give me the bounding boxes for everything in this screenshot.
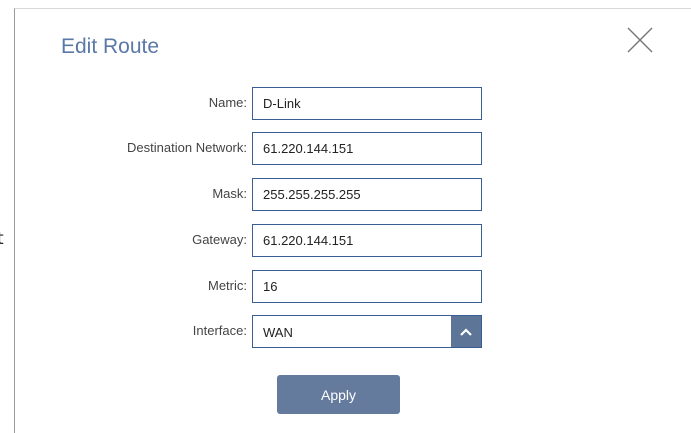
metric-row: Metric: <box>15 270 691 303</box>
interface-row: Interface: WAN <box>15 315 691 348</box>
destination-network-input[interactable] <box>252 132 482 165</box>
interface-label: Interface: <box>192 323 247 338</box>
edit-route-dialog: Edit Route Name: Destination Network: Ma… <box>14 8 691 433</box>
name-label: Name: <box>208 95 247 110</box>
destination-network-row: Destination Network: <box>15 132 691 165</box>
metric-label: Metric: <box>208 278 247 293</box>
mask-label: Mask: <box>212 186 247 201</box>
close-icon <box>627 27 653 53</box>
gateway-label: Gateway: <box>192 232 247 247</box>
mask-row: Mask: <box>15 178 691 211</box>
name-input[interactable] <box>252 87 482 120</box>
close-button[interactable] <box>626 26 654 54</box>
interface-select-value: WAN <box>263 325 293 340</box>
name-row: Name: <box>15 87 691 120</box>
metric-input[interactable] <box>252 270 482 303</box>
background-page-text: t <box>0 229 4 249</box>
interface-dropdown-button[interactable] <box>451 316 481 347</box>
gateway-input[interactable] <box>252 224 482 257</box>
chevron-up-icon <box>460 327 472 336</box>
interface-select[interactable]: WAN <box>252 315 482 348</box>
destination-network-label: Destination Network: <box>127 140 247 155</box>
apply-button[interactable]: Apply <box>277 375 400 414</box>
gateway-row: Gateway: <box>15 224 691 257</box>
mask-input[interactable] <box>252 178 482 211</box>
dialog-title: Edit Route <box>61 35 160 58</box>
